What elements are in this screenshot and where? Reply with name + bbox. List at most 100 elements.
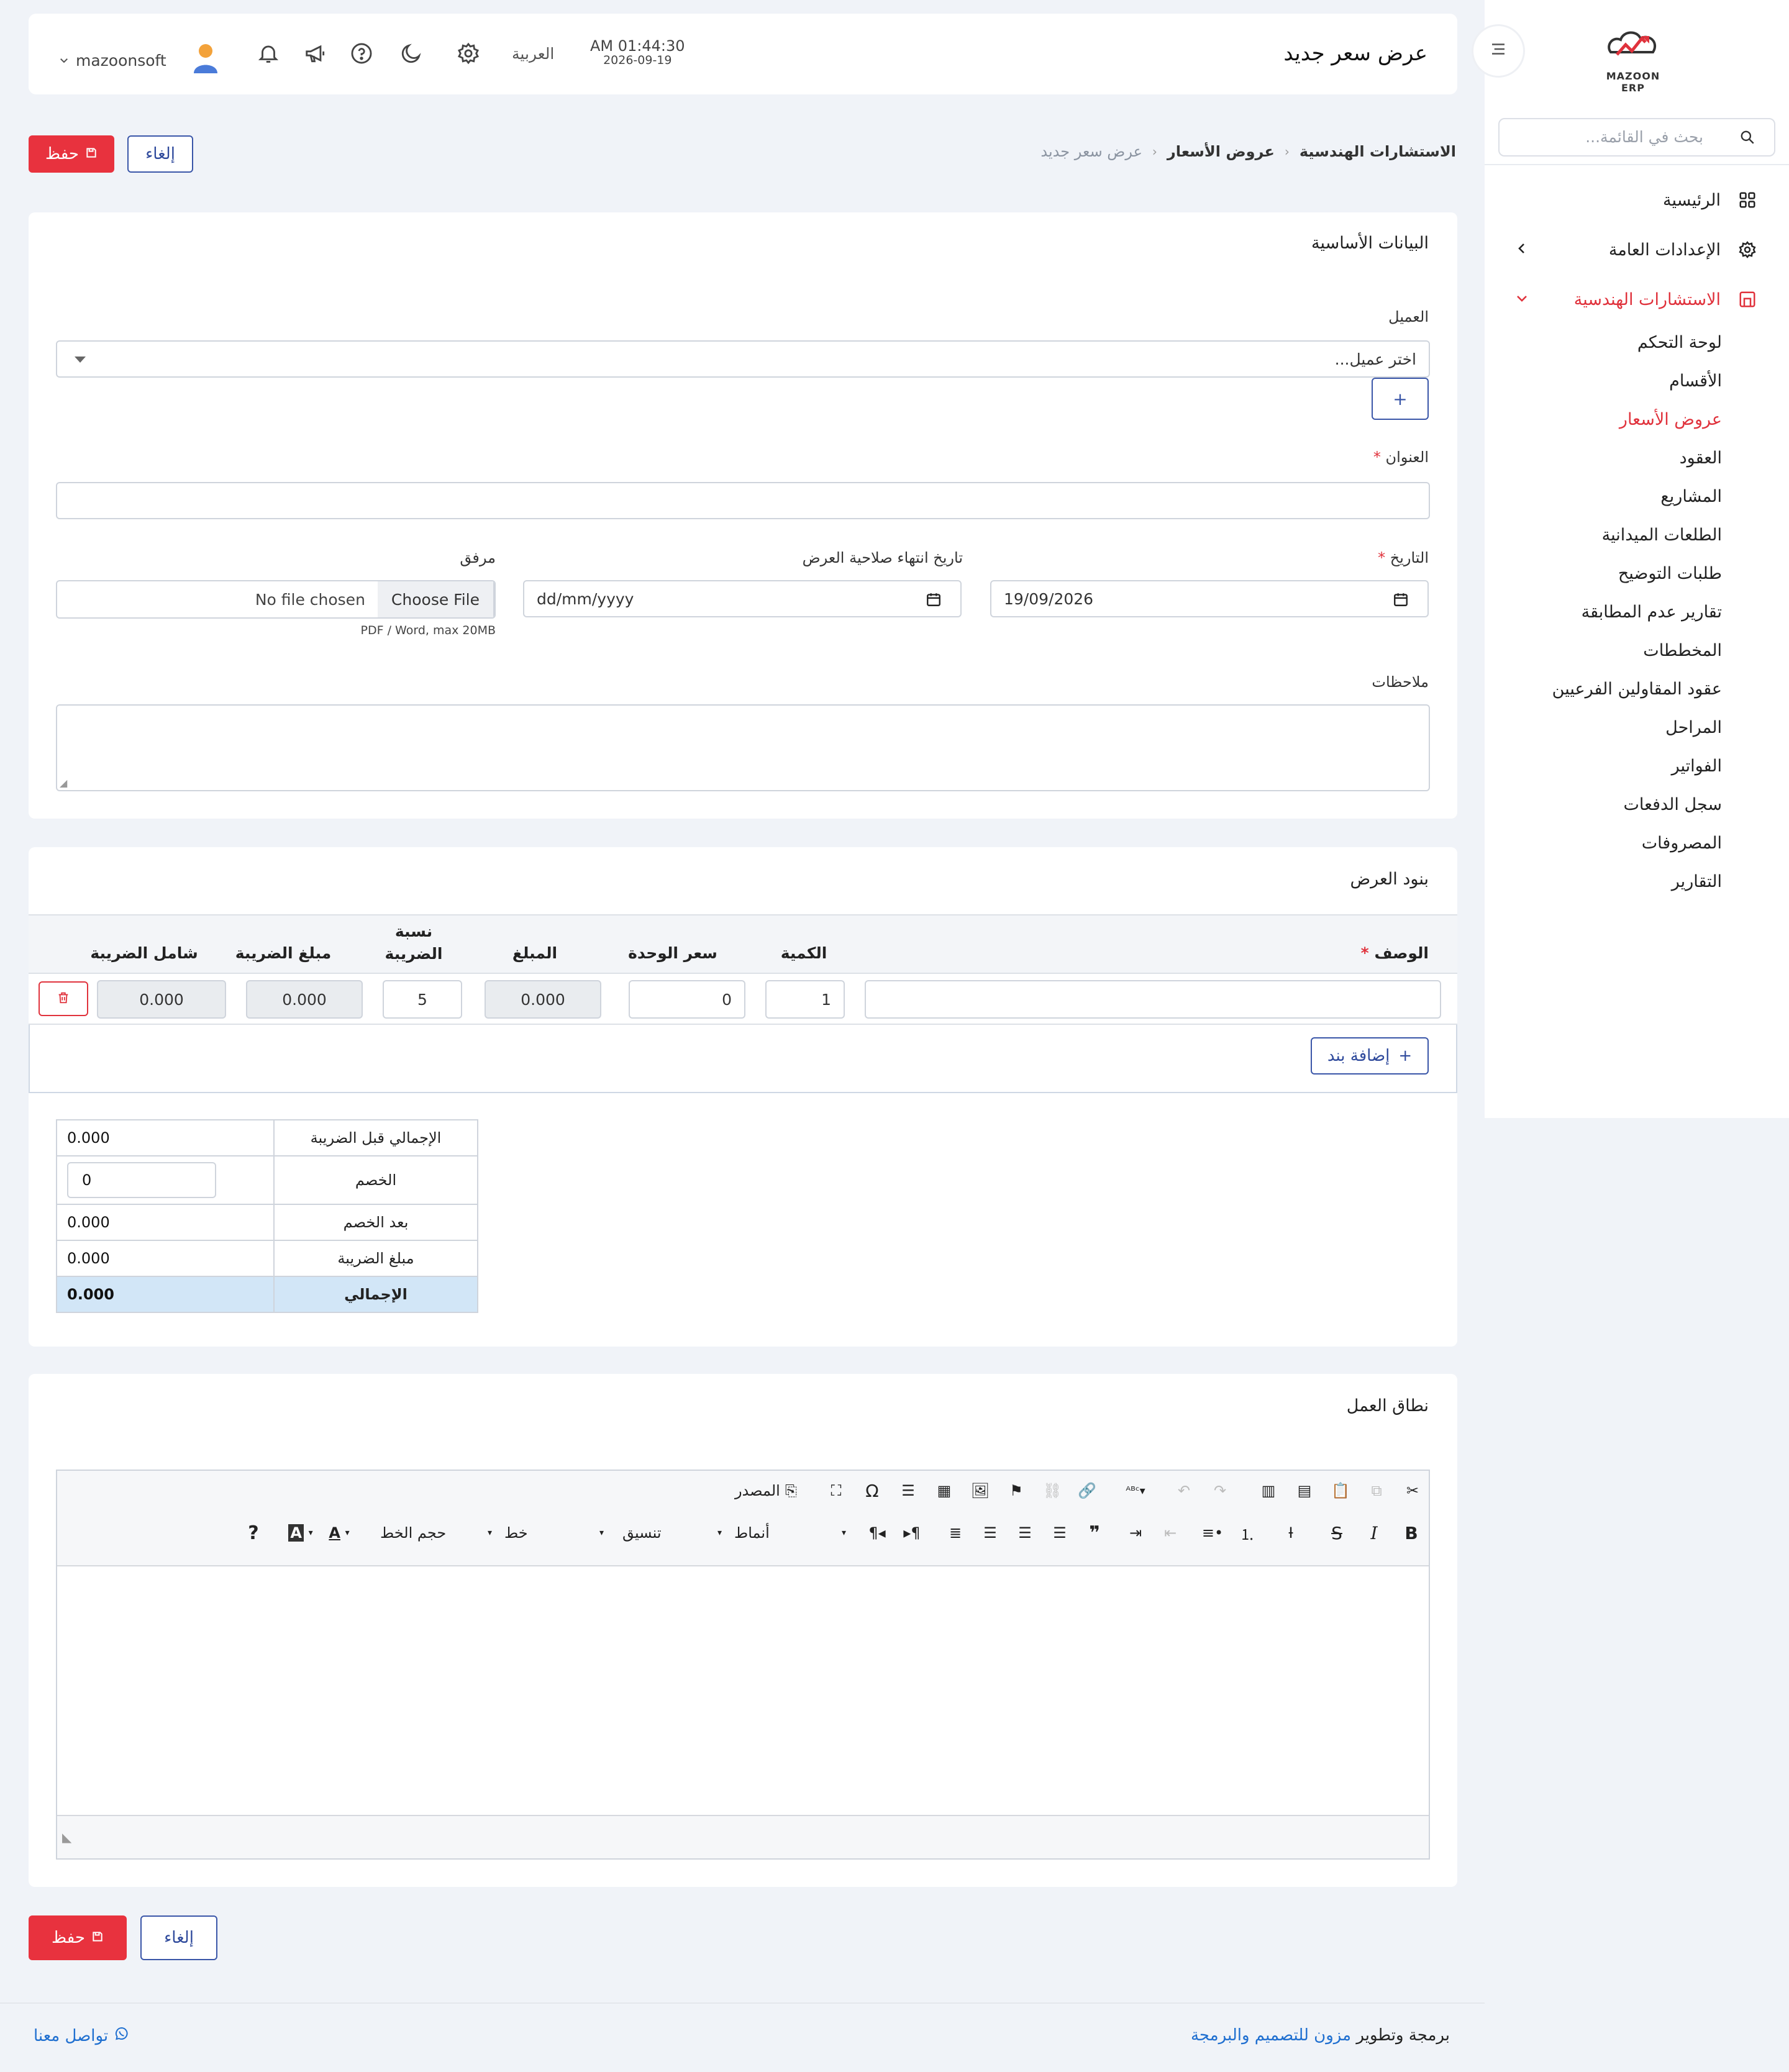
sidebar-item-home[interactable]: الرئيسية [1663,183,1758,217]
megaphone-icon[interactable] [302,40,329,67]
sidebar-subitem-phases[interactable]: المراحل [1665,718,1722,737]
undo-icon[interactable]: ↶ [1173,1479,1195,1502]
bulleted-list-icon[interactable]: •≡ [1200,1520,1225,1545]
save-button-bottom[interactable]: حفظ [29,1915,127,1960]
maximize-icon[interactable]: ⛶ [825,1479,847,1502]
sidebar-subitem-drawings[interactable]: المخططات [1643,641,1722,660]
sidebar-subitem-contracts[interactable]: العقود [1680,448,1722,468]
paste-icon[interactable]: 📋 [1329,1479,1352,1502]
unlink-icon[interactable]: ⛓ [1041,1479,1063,1502]
help-icon[interactable] [348,40,375,67]
indent-icon[interactable]: ⇥ [1123,1520,1148,1545]
italic-button[interactable]: I [1362,1520,1386,1545]
background-color-icon[interactable]: ▾ A [283,1520,318,1545]
styles-dropdown[interactable]: ▾ أنماط [734,1520,846,1545]
help-button[interactable]: ? [241,1520,266,1545]
format-dropdown[interactable]: ▾ تنسيق [622,1520,722,1545]
calendar-icon[interactable] [926,591,942,611]
special-char-icon[interactable]: Ω [861,1479,883,1502]
copy-icon[interactable]: ⧉ [1365,1479,1388,1502]
sidebar-subitem-invoices[interactable]: الفواتير [1672,757,1722,776]
credit-link[interactable]: مزون للتصميم والبرمجة [1191,2026,1351,2045]
strikethrough-button[interactable]: S [1324,1520,1349,1545]
item-quantity-input[interactable]: 1 [765,980,845,1019]
calendar-icon[interactable] [1393,591,1409,611]
sidebar-subitem-rfis[interactable]: طلبات التوضيح [1618,564,1722,583]
cancel-button-bottom[interactable]: إلغاء [140,1915,217,1960]
sidebar-subitem-payments[interactable]: سجل الدفعات [1623,795,1722,814]
resize-handle-icon[interactable]: ◢ [60,777,67,789]
blockquote-icon[interactable]: ❞ [1082,1520,1107,1545]
outdent-icon[interactable]: ⇤ [1158,1520,1183,1545]
choose-file-button[interactable]: Choose File [377,581,494,617]
bold-button[interactable]: B [1399,1520,1424,1545]
item-unit-price-input[interactable]: 0 [629,980,745,1019]
redo-icon[interactable]: ↷ [1209,1479,1231,1502]
sidebar-subitem-quotations[interactable]: عروض الأسعار [1619,410,1722,429]
sidebar-subitem-expenses[interactable]: المصروفات [1642,834,1722,853]
chevron-down-icon[interactable] [1514,291,1529,310]
sidebar-subitem-dashboard[interactable]: لوحة التحكم [1637,333,1722,352]
save-button-top[interactable]: حفظ [29,135,114,173]
align-right-icon[interactable]: ☰ [978,1520,1003,1545]
cut-icon[interactable]: ✂ [1401,1479,1424,1502]
rtl-icon[interactable]: ◂¶ [865,1520,890,1545]
image-icon[interactable]: 🖼 [969,1479,991,1502]
sidebar-item-engineering[interactable]: الاستشارات الهندسية [1574,282,1758,317]
resize-handle-icon[interactable]: ◣ [62,1830,71,1845]
sidebar-subitem-site-visits[interactable]: الطلعات الميدانية [1602,525,1722,545]
date-input[interactable]: 19/09/2026 [990,580,1429,617]
delete-row-button[interactable] [39,981,88,1016]
dark-mode-icon[interactable] [398,40,425,67]
paste-word-icon[interactable]: ▥ [1257,1479,1280,1502]
breadcrumb-root[interactable]: الاستشارات الهندسية [1300,143,1456,160]
editor-content-area[interactable] [57,1566,1429,1816]
chevron-left-icon[interactable] [1514,241,1529,260]
text-color-icon[interactable]: ▾ A [322,1520,357,1545]
add-item-button[interactable]: + إضافة بند [1311,1037,1429,1075]
justify-icon[interactable]: ≣ [943,1520,968,1545]
breadcrumb-parent[interactable]: عروض الأسعار [1167,143,1275,160]
item-tax-rate-input[interactable]: 5 [383,980,462,1019]
table-icon[interactable]: ▦ [933,1479,955,1502]
user-menu[interactable]: mazoonsoft [58,42,220,78]
brand-logo[interactable]: MAZOON ERP [1593,27,1673,94]
sidebar-subitem-projects[interactable]: المشاريع [1660,487,1722,506]
numbered-list-icon[interactable]: ⒈ [1235,1520,1260,1545]
remove-format-icon[interactable]: Ɨ [1278,1520,1303,1545]
sidebar-subitem-ncr[interactable]: تقارير عدم المطابقة [1582,602,1722,622]
expiry-date-input[interactable]: dd/mm/yyyy [523,580,962,617]
align-left-icon[interactable]: ☰ [1047,1520,1072,1545]
align-center-icon[interactable]: ☰ [1013,1520,1037,1545]
spellcheck-icon[interactable]: ▾ᴬᴮᶜ [1117,1479,1154,1502]
subject-input[interactable] [56,482,1430,519]
ltr-icon[interactable]: ¶▸ [899,1520,924,1545]
notes-textarea[interactable]: ◢ [56,704,1430,791]
link-icon[interactable]: 🔗 [1076,1479,1098,1502]
dropdown-caret-icon [75,357,86,363]
add-client-button[interactable]: + [1372,378,1429,420]
language-switch[interactable]: العربية [512,45,554,63]
source-button[interactable]: ⎘ المصدر [726,1479,806,1502]
sidebar-subitem-reports[interactable]: التقارير [1672,872,1722,891]
anchor-flag-icon[interactable]: ⚑ [1005,1479,1027,1502]
sidebar-search-input[interactable]: بحث في القائمة... [1498,118,1775,157]
sidebar-subitem-departments[interactable]: الأقسام [1669,371,1722,391]
client-select[interactable]: اختر عميل... [56,340,1430,378]
horizontal-line-icon[interactable]: ☰ [897,1479,919,1502]
font-dropdown[interactable]: ▾ خط [504,1520,604,1545]
font-size-dropdown[interactable]: ▾ حجم الخط [380,1520,492,1545]
sidebar-item-general-settings[interactable]: الإعدادات العامة [1609,232,1758,267]
after-discount-value: 0.000 [56,1204,275,1241]
bell-icon[interactable] [255,40,282,67]
attachment-file-input[interactable]: No file chosen Choose File [56,580,496,619]
sidebar-toggle-button[interactable] [1473,26,1523,76]
settings-gear-icon[interactable] [455,40,482,67]
paste-text-icon[interactable]: ▤ [1293,1479,1316,1502]
discount-input[interactable]: 0 [67,1162,216,1198]
item-description-input[interactable] [865,980,1441,1019]
rich-text-editor[interactable]: ✂ ⧉ 📋 ▤ ▥ ↷ ↶ ▾ᴬᴮᶜ 🔗 ⛓ ⚑ 🖼 ▦ ☰ Ω ⛶ ⎘ الم… [56,1470,1430,1860]
cancel-button-top[interactable]: إلغاء [127,135,193,173]
sidebar-subitem-subcontracts[interactable]: عقود المقاولين الفرعيين [1552,679,1722,699]
contact-us-link[interactable]: تواصل معنا [34,2026,129,2045]
